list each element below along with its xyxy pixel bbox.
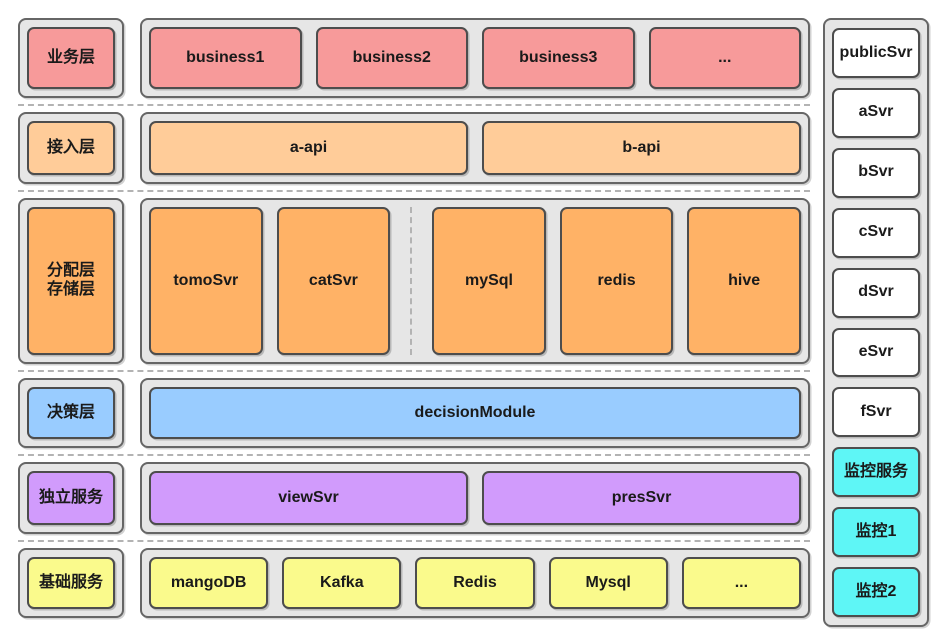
layer-separator-4 xyxy=(18,448,810,462)
layer-separator-1 xyxy=(18,98,810,112)
node-hive-store[interactable]: hive xyxy=(687,207,801,355)
layer-label-panel-alloc-storage: 分配层 存储层 xyxy=(18,198,124,364)
layer-row-alloc-storage: 分配层 存储层 tomoSvr catSvr mySql redis hive xyxy=(18,198,810,364)
layer-label-panel-business: 业务层 xyxy=(18,18,124,98)
layer-row-decision: 决策层 decisionModule xyxy=(18,378,810,448)
separator-dashed-line xyxy=(18,454,810,456)
layer-row-access: 接入层 a-api b-api xyxy=(18,112,810,184)
sidebar-item-csvr[interactable]: cSvr xyxy=(832,207,920,258)
node-catsvr[interactable]: catSvr xyxy=(276,207,391,355)
node-business3[interactable]: business3 xyxy=(482,27,635,89)
layer-label-alloc-storage: 分配层 存储层 xyxy=(27,207,115,355)
sidebar-item-fsvr[interactable]: fSvr xyxy=(832,387,920,438)
separator-dashed-line xyxy=(18,104,810,106)
sidebar-services-panel: publicSvr aSvr bSvr cSvr dSvr eSvr fSvr … xyxy=(823,18,929,627)
layer-content-panel-business: business1 business2 business3 ... xyxy=(140,18,810,98)
sidebar-item-asvr[interactable]: aSvr xyxy=(832,87,920,138)
layer-stack: 业务层 business1 business2 business3 ... 接入… xyxy=(18,18,810,627)
sidebar-item-esvr[interactable]: eSvr xyxy=(832,327,920,378)
sidebar-item-monitor-1[interactable]: 监控1 xyxy=(832,507,920,558)
layer-content-panel-independent: viewSvr presSvr xyxy=(140,462,810,534)
node-mysql-base[interactable]: Mysql xyxy=(548,557,668,609)
node-business1[interactable]: business1 xyxy=(149,27,302,89)
architecture-diagram: 业务层 business1 business2 business3 ... 接入… xyxy=(0,0,947,641)
node-a-api[interactable]: a-api xyxy=(149,121,468,175)
layer-content-panel-alloc-storage: tomoSvr catSvr mySql redis hive xyxy=(140,198,810,364)
layer-label-panel-independent: 独立服务 xyxy=(18,462,124,534)
layer-label-access: 接入层 xyxy=(27,121,115,175)
sidebar-item-bsvr[interactable]: bSvr xyxy=(832,147,920,198)
layer-label-decision: 决策层 xyxy=(27,387,115,439)
layer-separator-3 xyxy=(18,364,810,378)
node-presssvr[interactable]: presSvr xyxy=(482,471,801,525)
layer-row-independent: 独立服务 viewSvr presSvr xyxy=(18,462,810,534)
node-base-more[interactable]: ... xyxy=(681,557,802,609)
node-mangodb[interactable]: mangoDB xyxy=(149,557,269,609)
node-business-more[interactable]: ... xyxy=(648,27,801,89)
node-redis-base[interactable]: Redis xyxy=(415,557,535,609)
layer-label-business: 业务层 xyxy=(27,27,115,89)
layer-content-panel-decision: decisionModule xyxy=(140,378,810,448)
layer-separator-2 xyxy=(18,184,810,198)
layer-label-panel-base: 基础服务 xyxy=(18,548,124,618)
separator-dashed-line xyxy=(18,190,810,192)
node-mysql-store[interactable]: mySql xyxy=(432,207,546,355)
separator-dashed-line xyxy=(18,370,810,372)
node-redis-store[interactable]: redis xyxy=(559,207,674,355)
alloc-storage-divider xyxy=(410,207,413,355)
node-tomosvr[interactable]: tomoSvr xyxy=(149,207,263,355)
layer-row-business: 业务层 business1 business2 business3 ... xyxy=(18,18,810,98)
sidebar-item-monitor-2[interactable]: 监控2 xyxy=(832,567,920,618)
node-decisionmodule[interactable]: decisionModule xyxy=(149,387,801,439)
sidebar-item-dsvr[interactable]: dSvr xyxy=(832,267,920,318)
separator-dashed-line xyxy=(18,540,810,542)
node-business2[interactable]: business2 xyxy=(315,27,468,89)
layer-label-panel-access: 接入层 xyxy=(18,112,124,184)
sidebar-item-publicsvr[interactable]: publicSvr xyxy=(832,28,920,78)
layer-label-base: 基础服务 xyxy=(27,557,115,609)
layer-row-base: 基础服务 mangoDB Kafka Redis Mysql ... xyxy=(18,548,810,618)
layer-content-panel-base: mangoDB Kafka Redis Mysql ... xyxy=(140,548,810,618)
sidebar-item-monitor-service[interactable]: 监控服务 xyxy=(832,447,920,498)
node-kafka[interactable]: Kafka xyxy=(282,557,402,609)
layer-separator-5 xyxy=(18,534,810,548)
node-viewsvr[interactable]: viewSvr xyxy=(149,471,468,525)
node-b-api[interactable]: b-api xyxy=(482,121,801,175)
layer-label-independent: 独立服务 xyxy=(27,471,115,525)
layer-content-panel-access: a-api b-api xyxy=(140,112,810,184)
layer-label-panel-decision: 决策层 xyxy=(18,378,124,448)
